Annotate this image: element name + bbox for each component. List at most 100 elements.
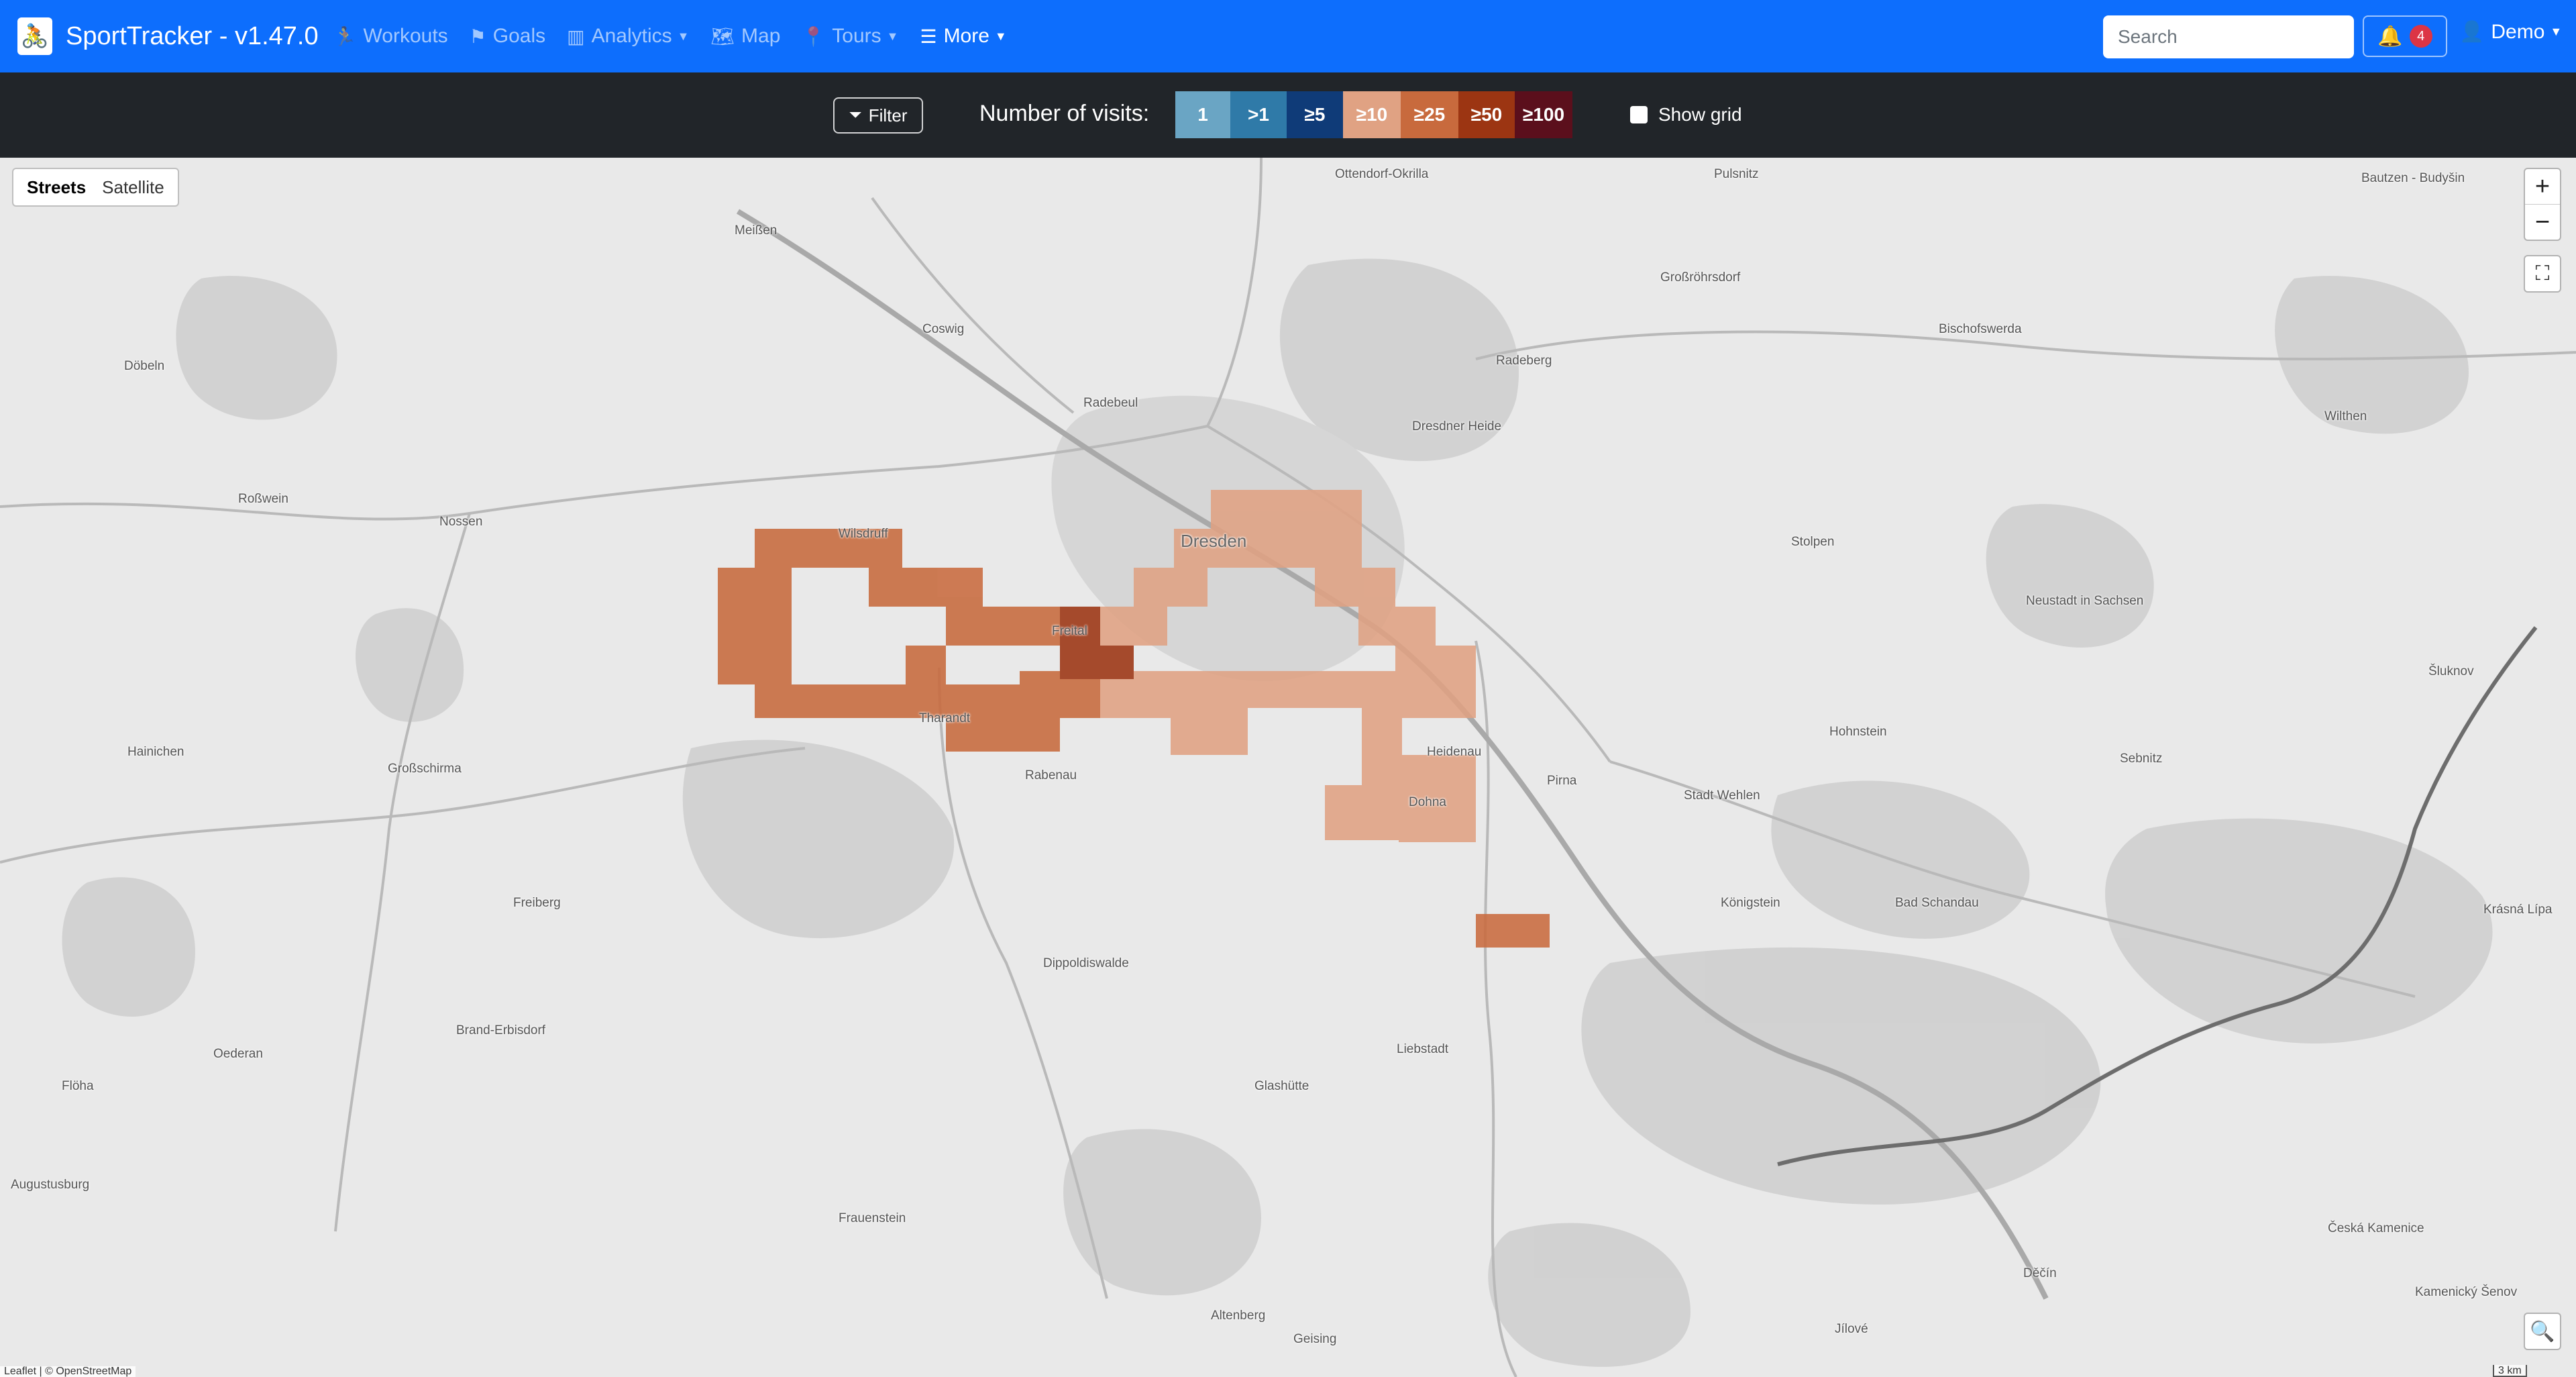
place-label: Freital: [1052, 624, 1087, 638]
legend-swatch-gt1: >1: [1230, 91, 1287, 138]
search-input[interactable]: [2103, 15, 2354, 58]
place-label: Dohna: [1409, 795, 1446, 809]
map-scale: 3 km: [2493, 1365, 2527, 1377]
place-label: Meißen: [735, 223, 777, 238]
show-grid-label: Show grid: [1658, 104, 1742, 125]
place-label: Königstein: [1721, 896, 1780, 910]
place-label: Stolpen: [1791, 535, 1835, 549]
nav-item-map[interactable]: 🗺 Map: [710, 25, 780, 48]
app-title: SportTracker - v1.47.0: [66, 21, 319, 50]
zoom-control: + −: [2524, 168, 2561, 241]
show-grid-checkbox[interactable]: [1630, 106, 1648, 123]
nav-item-workouts[interactable]: 🏃 Workouts: [333, 25, 448, 48]
place-label: Radeberg: [1496, 354, 1552, 368]
place-label: Nossen: [439, 515, 483, 529]
runner-icon: 🏃: [333, 26, 357, 47]
place-label: Freiberg: [513, 896, 561, 910]
brand[interactable]: 🚴 SportTracker - v1.47.0: [17, 17, 319, 55]
filter-button[interactable]: ⏷ Filter: [833, 97, 923, 134]
place-label: Neustadt in Sachsen: [2026, 594, 2144, 608]
nav-item-goals[interactable]: ⚑ Goals: [470, 25, 545, 48]
place-label: Kamenický Šenov: [2415, 1285, 2518, 1299]
filter-icon: ⏷: [849, 106, 862, 124]
fullscreen-icon: ⛶: [2535, 262, 2550, 285]
place-label: Großschirma: [388, 762, 462, 776]
place-label: Liebstadt: [1397, 1042, 1449, 1056]
place-label: Wilthen: [2324, 409, 2367, 423]
place-label: Coswig: [922, 322, 965, 336]
place-label: Wilsdruff: [839, 527, 888, 541]
nav-item-more[interactable]: ☰ More ▼: [920, 25, 1006, 48]
place-label: Roßwein: [238, 492, 288, 506]
place-label: Flöha: [62, 1079, 94, 1093]
legend-swatch-1: 1: [1175, 91, 1230, 138]
caret-down-icon: ▼: [677, 29, 690, 43]
user-menu[interactable]: 👤 Demo ▼: [2459, 20, 2562, 44]
filter-label: Filter: [868, 105, 908, 125]
place-label: Ottendorf-Okrilla: [1335, 167, 1429, 181]
pin-icon: 📍: [802, 26, 826, 47]
place-label: Česká Kamenice: [2328, 1221, 2424, 1235]
place-label: Pirna: [1547, 774, 1577, 788]
legend-title: Number of visits:: [979, 101, 1150, 126]
place-label: Děčín: [2023, 1266, 2057, 1280]
caret-down-icon: ▼: [2550, 25, 2563, 38]
notifications-button[interactable]: 🔔 4: [2363, 15, 2447, 57]
fullscreen-button[interactable]: ⛶: [2524, 255, 2561, 293]
nav-item-label: Goals: [492, 25, 546, 47]
caret-down-icon: ▼: [886, 29, 899, 43]
nav-item-label: Map: [741, 25, 781, 47]
map-attribution[interactable]: Leaflet | © OpenStreetMap: [0, 1366, 136, 1377]
place-label: Döbeln: [124, 359, 165, 373]
notification-badge: 4: [2409, 25, 2432, 48]
place-label: Stadt Wehlen: [1684, 788, 1760, 803]
place-label: Augustusburg: [11, 1178, 90, 1192]
place-label: Bischofswerda: [1939, 322, 2022, 336]
zoom-in-button[interactable]: +: [2525, 169, 2560, 204]
place-label: Brand-Erbisdorf: [456, 1023, 546, 1037]
place-label: Pulsnitz: [1714, 167, 1759, 181]
place-label: Glashütte: [1254, 1079, 1309, 1093]
place-label: Hainichen: [127, 745, 184, 759]
place-label: Dresden: [1181, 531, 1247, 551]
map-background: [0, 158, 2576, 1377]
nav-item-label: Workouts: [363, 25, 448, 47]
place-label: Rabenau: [1025, 768, 1077, 782]
place-label: Frauenstein: [839, 1211, 906, 1225]
flag-icon: ⚑: [469, 26, 486, 47]
bar-chart-icon: ▥: [567, 26, 585, 47]
place-label: Hohnstein: [1829, 725, 1887, 739]
layer-option-satellite[interactable]: Satellite: [94, 177, 172, 198]
place-label: Radebeul: [1083, 396, 1138, 410]
place-label: Heidenau: [1427, 745, 1482, 759]
bell-icon: 🔔: [2377, 25, 2403, 48]
place-label: Großröhrsdorf: [1660, 270, 1741, 285]
place-label: Dresdner Heide: [1412, 419, 1502, 434]
place-label: Altenberg: [1211, 1309, 1266, 1323]
place-label: Šluknov: [2428, 664, 2474, 678]
nav-item-tours[interactable]: 📍 Tours ▼: [802, 25, 898, 48]
nav-item-analytics[interactable]: ▥ Analytics ▼: [567, 25, 689, 48]
legend-swatches: 1 >1 ≥5 ≥10 ≥25 ≥50 ≥100: [1175, 91, 1572, 138]
place-label: Bautzen - Budyšin: [2361, 171, 2465, 185]
place-label: Jílové: [1835, 1322, 1868, 1336]
legend-swatch-ge25: ≥25: [1401, 91, 1458, 138]
layer-option-streets[interactable]: Streets: [19, 177, 94, 198]
nav-item-label: Analytics: [591, 25, 672, 47]
legend-swatch-ge50: ≥50: [1458, 91, 1515, 138]
place-label: Bad Schandau: [1895, 896, 1979, 910]
magnifier-icon: 🔍: [2530, 1320, 2555, 1343]
map-icon: 🗺: [710, 26, 735, 47]
show-grid-toggle[interactable]: Show grid: [1630, 104, 1742, 125]
runner-bike-icon: 🚴: [17, 17, 52, 55]
legend-swatch-ge100: ≥100: [1515, 91, 1572, 138]
layer-switcher: Streets Satellite: [12, 168, 179, 207]
place-label: Krásná Lípa: [2483, 903, 2553, 917]
zoom-out-button[interactable]: −: [2525, 204, 2560, 240]
map-canvas[interactable]: Ottendorf-Okrilla Pulsnitz Bautzen - Bud…: [0, 158, 2576, 1377]
nav-menu: 🏃 Workouts ⚑ Goals ▥ Analytics ▼ 🗺 Map 📍…: [333, 25, 1028, 48]
legend-swatch-ge5: ≥5: [1287, 91, 1343, 138]
place-label: Tharandt: [919, 711, 971, 725]
map-search-button[interactable]: 🔍: [2524, 1313, 2561, 1350]
place-label: Oederan: [213, 1047, 263, 1061]
